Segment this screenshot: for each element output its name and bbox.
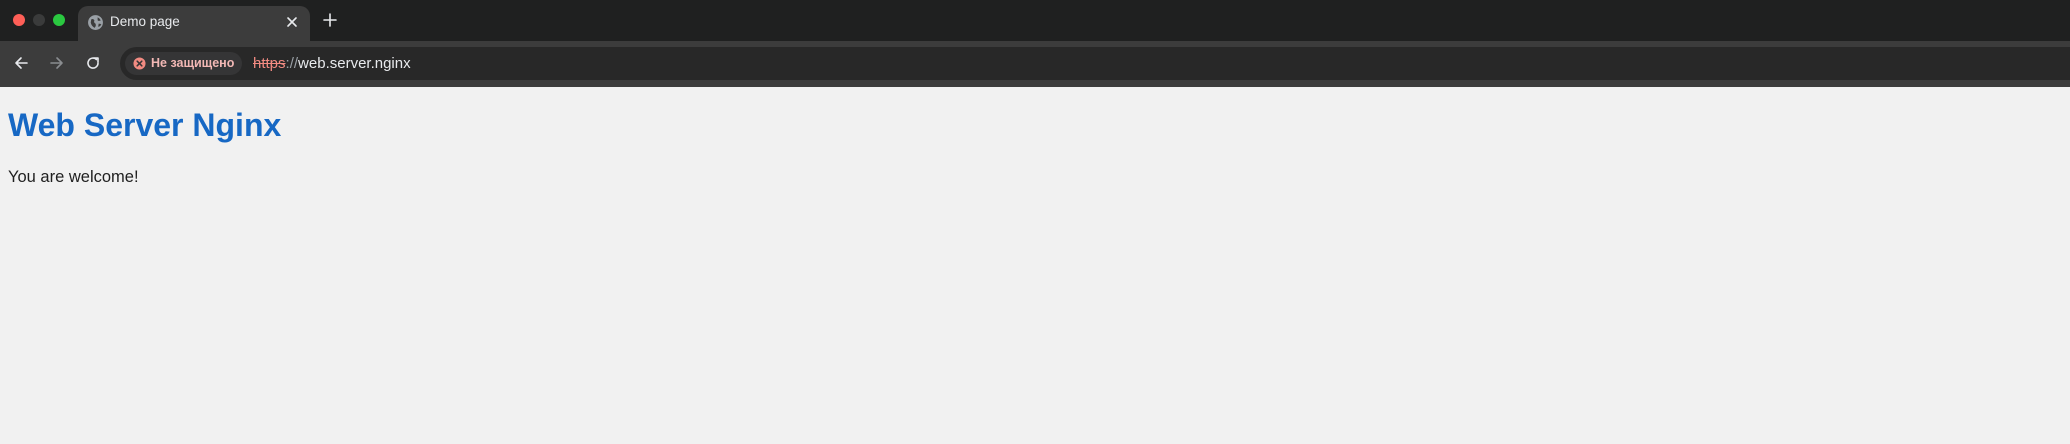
- forward-arrow-icon[interactable]: [47, 53, 67, 73]
- globe-icon: [88, 15, 103, 30]
- back-arrow-icon[interactable]: [11, 53, 31, 73]
- reload-icon[interactable]: [83, 53, 103, 73]
- address-bar[interactable]: Не защищено https://web.server.nginx: [120, 47, 2070, 80]
- url-host: web.server.nginx: [298, 55, 411, 72]
- browser-toolbar: Не защищено https://web.server.nginx: [0, 41, 2070, 87]
- tab-demo-page[interactable]: Demo page: [78, 6, 310, 41]
- window-minimize-button[interactable]: [33, 14, 45, 26]
- page-heading: Web Server Nginx: [8, 107, 282, 143]
- window-close-button[interactable]: [13, 14, 25, 26]
- url-text[interactable]: https://web.server.nginx: [253, 55, 411, 72]
- security-status-chip[interactable]: Не защищено: [125, 52, 242, 75]
- tab-close-icon[interactable]: [282, 12, 302, 32]
- tab-strip: Demo page: [0, 0, 2070, 41]
- new-tab-icon[interactable]: [320, 10, 340, 30]
- window-maximize-button[interactable]: [53, 14, 65, 26]
- tab-title: Demo page: [110, 14, 180, 29]
- url-separator: ://: [285, 55, 299, 72]
- error-circle-icon: [133, 57, 146, 70]
- page-paragraph: You are welcome!: [8, 168, 139, 186]
- page-content: Web Server Nginx You are welcome!: [0, 87, 2070, 444]
- url-scheme: https: [253, 55, 286, 72]
- security-status-label: Не защищено: [151, 56, 235, 70]
